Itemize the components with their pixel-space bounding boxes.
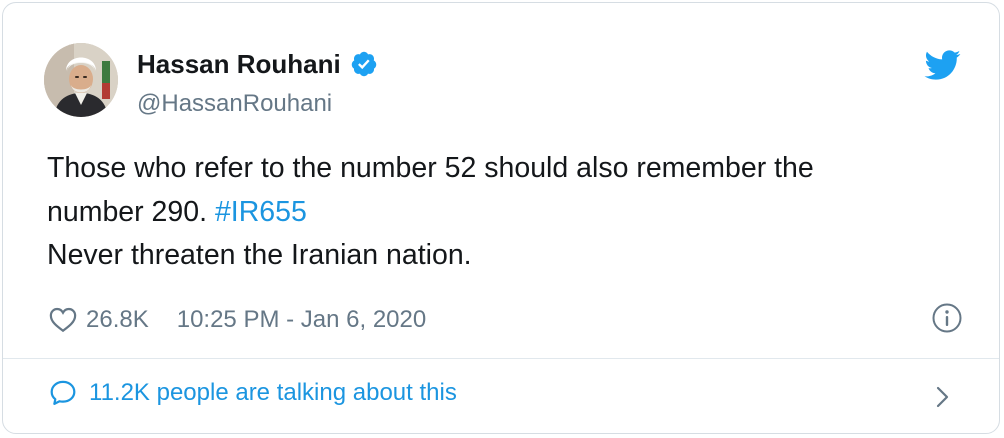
avatar[interactable] [44, 43, 118, 117]
conversation-text[interactable]: 11.2K people are talking about this [89, 379, 457, 407]
like-count[interactable]: 26.8K [86, 306, 149, 334]
tweet-card: Hassan Rouhani @HassanRouhani Those who … [2, 2, 1000, 434]
author-name-row[interactable]: Hassan Rouhani [137, 47, 378, 81]
display-name[interactable]: Hassan Rouhani [137, 47, 341, 81]
conversation-link-content[interactable]: 11.2K people are talking about this [49, 379, 457, 407]
tweet-line-2-text: number 290. [47, 195, 215, 228]
chevron-right-icon[interactable] [933, 383, 953, 411]
author-handle[interactable]: @HassanRouhani [137, 88, 332, 120]
heart-icon[interactable] [49, 307, 77, 333]
verified-badge-icon [350, 50, 378, 78]
tweet-meta-row: 26.8K 10:25 PM - Jan 6, 2020 [49, 301, 426, 339]
profile-photo [44, 43, 118, 117]
tweet-text: Those who refer to the number 52 should … [47, 147, 967, 278]
conversation-link[interactable]: 11.2K people are talking about this [3, 359, 999, 433]
tweet-line-1: Those who refer to the number 52 should … [47, 152, 814, 184]
tweet-line-2: number 290. #IR655 [47, 191, 967, 235]
tweet-timestamp[interactable]: 10:25 PM - Jan 6, 2020 [177, 306, 427, 334]
tweet-header: Hassan Rouhani @HassanRouhani [3, 3, 999, 123]
info-icon[interactable] [931, 302, 963, 334]
tweet-line-3: Never threaten the Iranian nation. [47, 239, 472, 271]
hashtag-link[interactable]: #IR655 [215, 196, 307, 228]
speech-bubble-icon [49, 379, 77, 407]
twitter-bird-icon[interactable] [923, 49, 961, 81]
